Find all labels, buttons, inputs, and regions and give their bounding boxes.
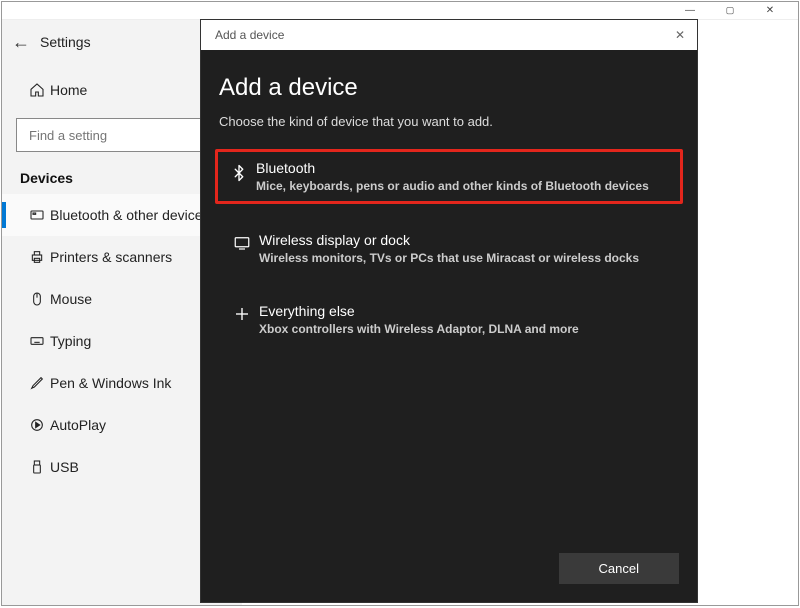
window-titlebar: — ▢ ✕ (2, 2, 798, 20)
device-option-bluetooth[interactable]: Bluetooth Mice, keyboards, pens or audio… (215, 149, 683, 204)
plus-icon (225, 303, 259, 323)
dialog-heading: Add a device (219, 74, 679, 102)
add-device-dialog: Add a device ✕ Add a device Choose the k… (200, 19, 698, 603)
dialog-titlebar: Add a device ✕ (201, 20, 697, 50)
usb-icon (24, 459, 50, 475)
sidebar-item-label: USB (50, 459, 79, 475)
option-title: Bluetooth (256, 160, 676, 176)
cancel-button[interactable]: Cancel (559, 553, 679, 584)
printer-icon (24, 249, 50, 265)
display-icon (225, 232, 259, 252)
dialog-title: Add a device (215, 28, 284, 42)
sidebar-item-label: Bluetooth & other devices (50, 207, 210, 223)
close-window-button[interactable]: ✕ (750, 5, 790, 16)
search-input[interactable] (27, 127, 217, 144)
pen-icon (24, 375, 50, 391)
sidebar-item-label: AutoPlay (50, 417, 106, 433)
sidebar-item-label: Printers & scanners (50, 249, 172, 265)
back-arrow-icon[interactable]: ← (12, 32, 40, 53)
autoplay-icon (24, 417, 50, 433)
bluetooth-icon (222, 160, 256, 184)
option-description: Mice, keyboards, pens or audio and other… (256, 179, 676, 193)
maximize-button[interactable]: ▢ (710, 5, 750, 16)
home-label: Home (50, 82, 87, 98)
device-option-everything-else[interactable]: Everything else Xbox controllers with Wi… (219, 293, 679, 346)
option-description: Wireless monitors, TVs or PCs that use M… (259, 251, 673, 265)
mouse-icon (24, 291, 50, 307)
option-description: Xbox controllers with Wireless Adaptor, … (259, 322, 673, 336)
dialog-footer: Cancel (201, 539, 697, 602)
dialog-subtext: Choose the kind of device that you want … (219, 114, 679, 129)
keyboard-icon (24, 333, 50, 349)
device-option-wireless-display[interactable]: Wireless display or dock Wireless monito… (219, 222, 679, 275)
minimize-button[interactable]: — (670, 5, 710, 16)
option-title: Wireless display or dock (259, 232, 673, 248)
dialog-body: Add a device Choose the kind of device t… (201, 50, 697, 539)
window-title: Settings (40, 34, 91, 50)
sidebar-item-label: Typing (50, 333, 91, 349)
search-box[interactable] (16, 118, 228, 152)
home-icon (24, 82, 50, 98)
sidebar-item-label: Mouse (50, 291, 92, 307)
option-title: Everything else (259, 303, 673, 319)
close-dialog-button[interactable]: ✕ (675, 28, 685, 42)
bluetooth-devices-icon (24, 207, 50, 223)
sidebar-item-label: Pen & Windows Ink (50, 375, 171, 391)
